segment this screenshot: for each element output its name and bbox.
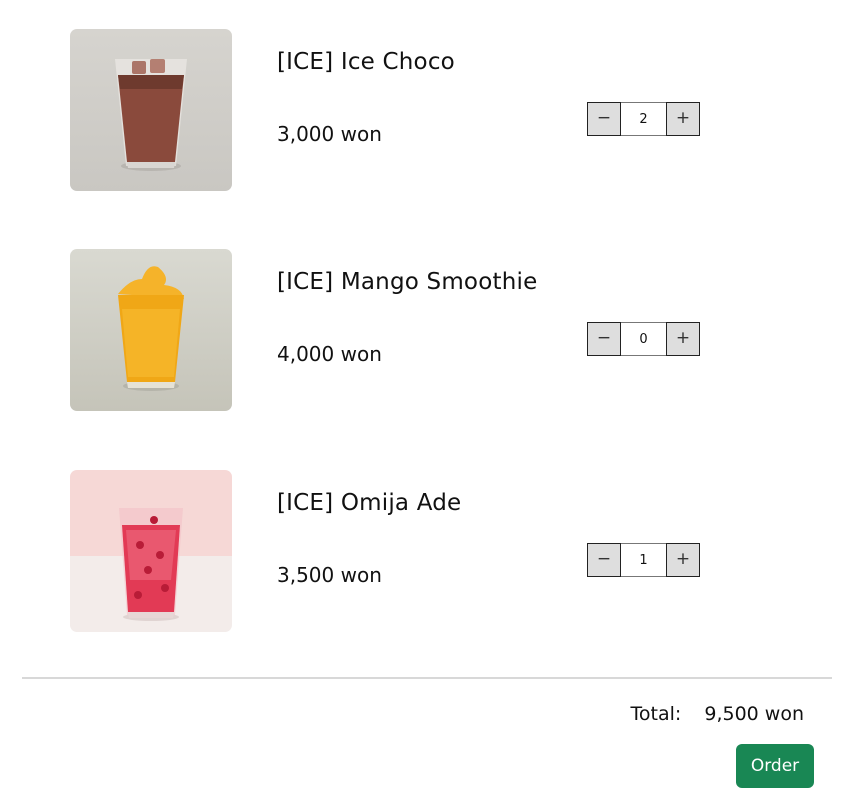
item-name: [ICE] Mango Smoothie [277,269,538,295]
decrease-quantity-button[interactable]: − [587,543,621,577]
quantity-input[interactable] [621,543,666,577]
total-label: Total: [630,703,682,725]
decrease-quantity-button[interactable]: − [587,102,621,136]
increase-quantity-button[interactable]: + [666,543,700,577]
increase-quantity-button[interactable]: + [666,322,700,356]
quantity-input[interactable] [621,102,666,136]
cart-item: [ICE] Mango Smoothie 4,000 won − + [0,249,852,411]
increase-quantity-button[interactable]: + [666,102,700,136]
item-name: [ICE] Omija Ade [277,490,462,516]
quantity-stepper: − + [587,322,700,356]
ice-choco-image [70,29,232,191]
omija-ade-image [70,470,232,632]
item-name: [ICE] Ice Choco [277,49,455,75]
summary-divider [22,677,832,679]
item-price: 3,000 won [277,122,382,146]
quantity-stepper: − + [587,102,700,136]
cart-item: [ICE] Omija Ade 3,500 won − + [0,470,852,632]
order-button[interactable]: Order [736,744,814,788]
mango-smoothie-image [70,249,232,411]
quantity-stepper: − + [587,543,700,577]
decrease-quantity-button[interactable]: − [587,322,621,356]
total-value: 9,500 won [704,703,804,725]
order-total: Total: 9,500 won [631,703,804,725]
cart-item: [ICE] Ice Choco 3,000 won − + [0,29,852,191]
quantity-input[interactable] [621,322,666,356]
item-price: 3,500 won [277,563,382,587]
item-price: 4,000 won [277,342,382,366]
